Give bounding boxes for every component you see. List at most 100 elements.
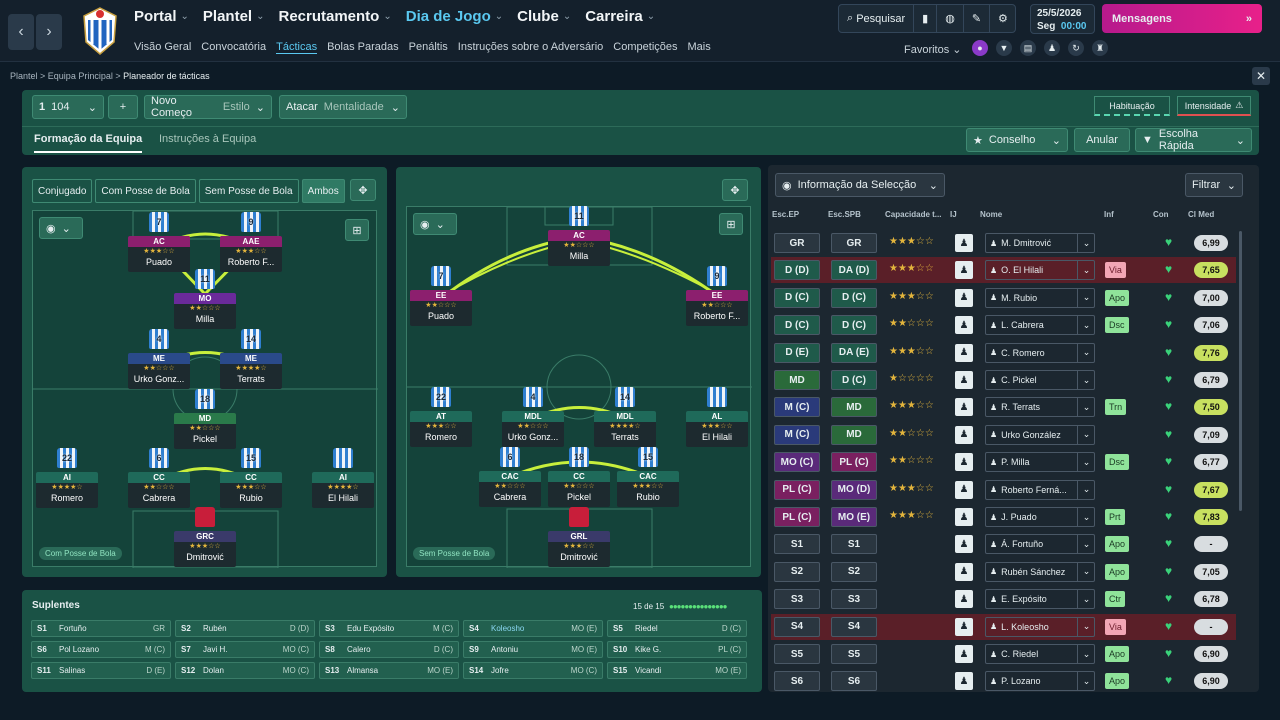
chevron-down-icon[interactable]: ⌄ [1077,479,1095,500]
player-shirt[interactable] [195,507,215,527]
chevron-down-icon[interactable]: ⌄ [1077,370,1095,390]
person-icon[interactable]: ♟ [955,562,973,581]
tactic-selector[interactable]: 1 104 ⌄ [32,95,104,119]
nav-carreira[interactable]: Carreira ⌄ [585,8,655,25]
subnav-5[interactable]: Instruções sobre o Adversário [458,41,604,54]
table-row[interactable]: S5 S5 ♟ ♟ C. Riedel ⌄ Apo ♥ 6,90 [771,641,1236,667]
chevron-down-icon[interactable]: ⌄ [1077,315,1095,336]
subnav-4[interactable]: Penáltis [409,41,448,54]
table-row[interactable]: D (D) DA (D) ★★★☆☆ ♟ ♟ O. El Hilali ⌄ Via ♥ 7,65 [771,257,1236,284]
table-row[interactable]: MO (C) PL (C) ★★☆☆☆ ♟ ♟ P. Milla ⌄ Dsc ♥ 6,77 [771,449,1236,475]
visibility-dropdown-2[interactable]: ◉ ⌄ [413,213,457,235]
date-box[interactable]: 25/5/2026 Seg 00:00 [1030,4,1095,34]
clipboard-icon[interactable]: ▤ [1020,40,1036,56]
player-card[interactable]: CAC ★★★☆☆ Rubio [617,471,679,507]
spb-position[interactable]: S5 [831,644,877,664]
player-card[interactable]: CC ★★★☆☆ Rubio [220,472,282,508]
person-icon[interactable]: ♟ [955,371,973,389]
chevron-down-icon[interactable]: ⌄ [1077,507,1095,527]
ep-position[interactable]: S4 [774,616,820,637]
player-card[interactable]: AC ★★★☆☆ Puado [128,236,190,272]
ep-position[interactable]: D (C) [774,287,820,308]
ep-position[interactable]: D (D) [774,260,820,281]
ep-position[interactable]: M (C) [774,424,820,445]
player-card[interactable]: AAE ★★★☆☆ Roberto F... [220,236,282,272]
chevron-down-icon[interactable]: ⌄ [1077,397,1095,418]
player-card[interactable]: GRC ★★★☆☆ Dmitrović [174,531,236,567]
style-dropdown[interactable]: Novo Começo Estilo ⌄ [144,95,272,119]
player-card[interactable]: MDL ★★☆☆☆ Urko Gonz... [502,411,564,447]
breadcrumb-squad[interactable]: Plantel [10,71,38,81]
col-header-con[interactable]: Con [1153,210,1169,219]
player-shirt[interactable]: 11 [195,269,215,289]
player-card[interactable]: EE ★★☆☆☆ Puado [410,290,472,326]
table-row[interactable]: S1 S1 ♟ ♟ Á. Fortuño ⌄ Apo ♥ - [771,531,1236,557]
favorites-dropdown[interactable]: Favoritos ⌄ [904,43,962,56]
trophy-icon[interactable]: ♜ [1092,40,1108,56]
messages-button[interactable]: Mensagens» [1102,4,1262,33]
player-shirt[interactable]: 7 [149,212,169,232]
chevron-down-icon[interactable]: ⌄ [1077,589,1095,610]
tab-formation[interactable]: Formação da Equipa [34,133,143,153]
pitch-settings-button[interactable]: ✥ [350,179,376,201]
person-icon[interactable]: ♟ [955,288,973,307]
person-icon[interactable]: ♟ [955,234,973,252]
people-icon[interactable]: ♟ [1044,40,1060,56]
nav-recrutamento[interactable]: Recrutamento ⌄ [278,8,391,25]
phase-tab-0[interactable]: Conjugado [32,179,93,203]
spb-position[interactable]: S6 [831,671,877,692]
person-icon[interactable]: ♟ [955,508,973,526]
player-shirt[interactable]: 18 [195,389,215,409]
player-shirt[interactable]: 9 [241,212,261,232]
substitute-item[interactable]: S1 Fortuño GR [31,620,171,637]
quick-pick-button[interactable]: ▼ Escolha Rápida ⌄ [1135,128,1252,152]
spb-position[interactable]: GR [831,233,877,253]
player-shirt[interactable]: 9 [707,266,727,286]
ep-position[interactable]: D (E) [774,342,820,363]
ep-position[interactable]: D (C) [774,315,820,336]
player-shirt[interactable]: 4 [149,329,169,349]
nav-clube[interactable]: Clube ⌄ [517,8,571,25]
player-card[interactable]: MDL ★★★★☆ Terrats [594,411,656,447]
player-shirt[interactable] [333,448,353,468]
table-row[interactable]: S3 S3 ♟ ♟ E. Expósito ⌄ Ctr ♥ 6,78 [771,586,1236,612]
player-shirt[interactable]: 15 [638,447,658,467]
table-row[interactable]: GR GR ★★★☆☆ ♟ ♟ M. Dmitrović ⌄ ♥ 6,99 [771,230,1236,256]
spb-position[interactable]: MD [831,424,877,445]
grid-toggle[interactable]: ⊞ [345,219,369,241]
forward-button[interactable]: › [36,14,62,50]
col-header-rating[interactable]: Cl Med [1188,210,1214,219]
substitute-item[interactable]: S14 Jofre MO (C) [463,662,603,679]
chevron-down-icon[interactable]: ⌄ [1077,644,1095,664]
table-row[interactable]: M (C) MD ★★☆☆☆ ♟ ♟ Urko González ⌄ ♥ 7,09 [771,422,1236,448]
nav-portal[interactable]: Portal ⌄ [134,8,189,25]
spb-position[interactable]: S1 [831,534,877,555]
player-shirt[interactable]: 14 [241,329,261,349]
add-tactic-button[interactable]: + [108,95,138,119]
table-row[interactable]: D (E) DA (E) ★★★☆☆ ♟ ♟ C. Romero ⌄ ♥ 7,76 [771,340,1236,366]
player-card[interactable]: MD ★★☆☆☆ Pickel [174,413,236,449]
player-shirt[interactable]: 6 [149,448,169,468]
spb-position[interactable]: S4 [831,616,877,637]
ep-position[interactable]: S2 [774,561,820,582]
player-card[interactable]: GRL ★★★☆☆ Dmitrović [548,531,610,567]
subnav-1[interactable]: Convocatória [201,41,266,54]
bookmark-button[interactable]: ▮ [914,5,938,32]
substitute-item[interactable]: S12 Dolan MO (C) [175,662,315,679]
edit-button[interactable]: ✎ [964,5,991,32]
subnav-2[interactable]: Tácticas [276,41,318,54]
spb-position[interactable]: S2 [831,561,877,582]
player-shirt[interactable]: 11 [569,206,589,226]
person-icon[interactable]: ♟ [955,672,973,691]
table-row[interactable]: S4 S4 ♟ ♟ L. Koleosho ⌄ Via ♥ - [771,613,1236,640]
spb-position[interactable]: DA (D) [831,260,877,281]
person-icon[interactable]: ♟ [955,535,973,554]
spb-position[interactable]: DA (E) [831,342,877,363]
person-icon[interactable]: ♟ [955,453,973,472]
ep-position[interactable]: S3 [774,589,820,610]
player-shirt[interactable]: 22 [57,448,77,468]
substitute-item[interactable]: S13 Almansa MO (E) [319,662,459,679]
chevron-down-icon[interactable]: ⌄ [1077,342,1095,363]
table-row[interactable]: PL (C) MO (E) ★★★☆☆ ♟ ♟ J. Puado ⌄ Prt ♥ 7,83 [771,504,1236,530]
player-card[interactable]: ME ★★☆☆☆ Urko Gonz... [128,353,190,389]
